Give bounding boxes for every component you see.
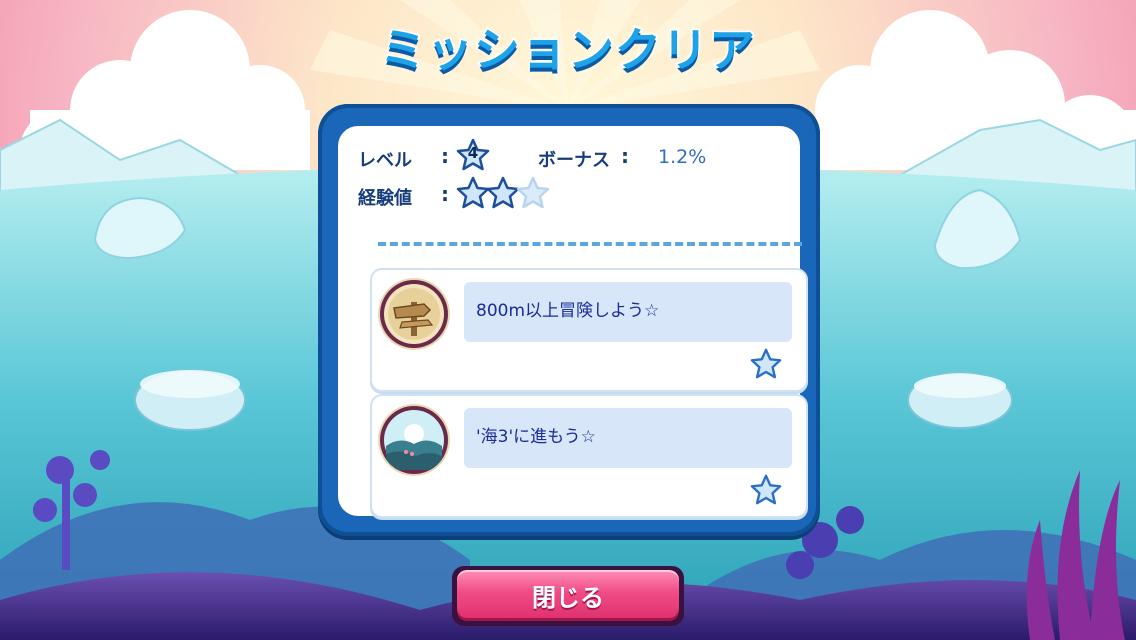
result-panel: レベル : 4 ボーナス : 1.2% 経験値 : 800m以上冒険しよう☆ '… (318, 104, 820, 536)
stats-divider (378, 242, 802, 246)
result-panel-body: レベル : 4 ボーナス : 1.2% 経験値 : 800m以上冒険しよう☆ '… (338, 126, 808, 518)
close-button-label: 閉じる (532, 584, 604, 612)
exp-star-icon (456, 176, 490, 210)
exp-star-icon (516, 176, 550, 210)
sea-landscape-icon (380, 406, 448, 474)
mission-text-box: '海3'に進もう☆ (464, 408, 792, 468)
close-button[interactable]: 閉じる (452, 566, 684, 626)
bonus-label: ボーナス (538, 150, 610, 171)
level-star-icon: 4 (456, 138, 490, 172)
mission-text-box: 800m以上冒険しよう☆ (464, 282, 792, 342)
mission-text: 800m以上冒険しよう☆ (476, 301, 660, 321)
exp-star-icon (486, 176, 520, 210)
mission-card: '海3'に進もう☆ (370, 394, 808, 518)
mission-clear-title: ミッションクリア (379, 22, 757, 79)
level-label: レベル (358, 150, 412, 171)
bonus-value: 1.2% (658, 146, 707, 168)
mission-text: '海3'に進もう☆ (476, 427, 596, 447)
level-value: 4 (467, 144, 479, 162)
close-button-face[interactable]: 閉じる (457, 570, 679, 618)
mission-card: 800m以上冒険しよう☆ (370, 268, 808, 392)
exp-colon: : (441, 182, 449, 206)
game-scene: ミッションクリア レベル : 4 ボーナス : 1.2% 経験値 : 800m以… (0, 0, 1136, 640)
exp-stars (456, 176, 556, 210)
exp-label: 経験値 (358, 188, 412, 209)
bonus-colon: : (621, 144, 629, 168)
signpost-icon (380, 280, 448, 348)
star-icon (750, 348, 782, 380)
star-icon (750, 474, 782, 506)
level-colon: : (441, 144, 449, 168)
